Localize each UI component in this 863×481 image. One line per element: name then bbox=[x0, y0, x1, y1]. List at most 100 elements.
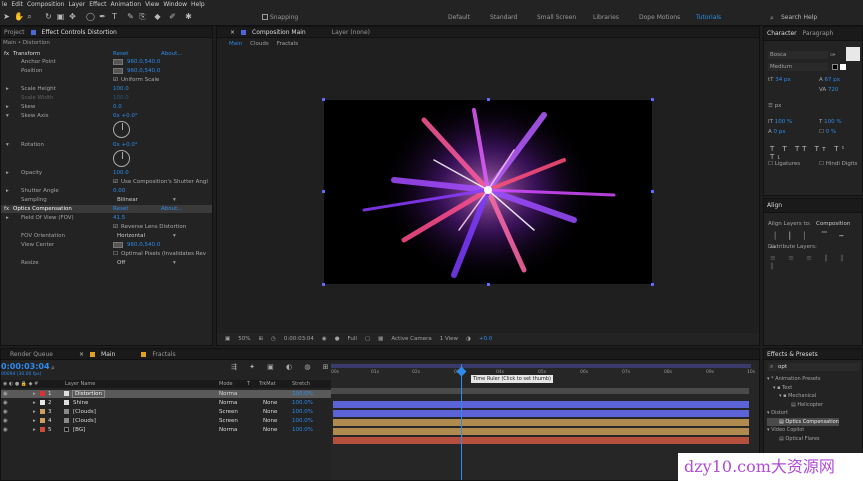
skew-axis-dial[interactable] bbox=[113, 121, 130, 138]
expand-arrow-icon[interactable]: ▸ bbox=[6, 85, 9, 93]
effects-search-input[interactable]: opt bbox=[768, 363, 860, 371]
layer-row[interactable]: ◉ ▸ 4 [Clouds] Screen None 100.0% bbox=[1, 417, 331, 425]
expand-arrow-icon[interactable]: ▸ bbox=[33, 390, 36, 398]
camera-snapshot-icon[interactable]: ◉ bbox=[322, 336, 327, 342]
effect-row-optics-compensation[interactable]: fx Optics Compensation Reset About... bbox=[1, 205, 212, 213]
eraser-tool-icon[interactable]: ◆ bbox=[153, 12, 162, 22]
pan-behind-tool-icon[interactable]: ✥ bbox=[68, 12, 77, 22]
layer-bar-clouds-1[interactable] bbox=[333, 419, 749, 426]
distribute-buttons[interactable]: ≡ ≡ ≡ ∥ ∥ ∥ bbox=[770, 254, 862, 270]
eye-icon[interactable]: ◉ bbox=[3, 417, 8, 425]
col-mode[interactable]: Mode bbox=[219, 380, 233, 388]
expand-arrow-icon[interactable]: ▸ bbox=[6, 214, 9, 222]
stroke-width-unit[interactable]: px bbox=[775, 103, 782, 109]
close-icon[interactable]: × bbox=[79, 351, 84, 358]
fov-orientation-dropdown[interactable]: Horizontal bbox=[117, 232, 145, 240]
target-icon[interactable] bbox=[113, 68, 123, 74]
transform-handle[interactable] bbox=[487, 98, 490, 101]
white-swatch[interactable] bbox=[840, 64, 846, 70]
roto-brush-tool-icon[interactable]: ✐ bbox=[168, 12, 177, 22]
tab-composition-main[interactable]: Composition Main bbox=[252, 29, 306, 36]
leading-value[interactable]: 67 px bbox=[825, 77, 841, 83]
col-layer-name[interactable]: Layer Name bbox=[65, 380, 95, 388]
current-time[interactable]: 0:00:03:04 bbox=[284, 336, 314, 342]
layer-label-color[interactable] bbox=[40, 409, 45, 414]
menu-window[interactable]: Window bbox=[163, 1, 187, 8]
tab-effect-controls[interactable]: Effect Controls Distortion bbox=[42, 29, 117, 36]
snapping-checkbox[interactable] bbox=[262, 14, 268, 20]
reset-exposure-icon[interactable]: ◑ bbox=[466, 336, 471, 342]
tree-optical-flares[interactable]: ▤ Optical Flares bbox=[767, 435, 839, 444]
stopwatch-icon[interactable]: ◷ bbox=[271, 336, 276, 342]
uniform-scale-checkbox[interactable]: ☑ bbox=[113, 76, 118, 84]
stroke-color-swatch[interactable] bbox=[832, 64, 838, 70]
expand-arrow-icon[interactable]: ▸ bbox=[33, 408, 36, 416]
eye-icon[interactable]: ◉ bbox=[3, 390, 8, 398]
eye-icon[interactable]: ◉ bbox=[3, 426, 8, 434]
workspace-standard[interactable]: Standard bbox=[490, 14, 517, 21]
breadcrumb-main[interactable]: Main bbox=[229, 41, 242, 47]
font-style-dropdown[interactable]: Medium bbox=[768, 63, 828, 71]
exposure-value[interactable]: +0.0 bbox=[479, 336, 492, 342]
grid-icon[interactable]: ⊞ bbox=[258, 336, 263, 342]
color-channel-icon[interactable]: ● bbox=[335, 336, 340, 342]
tracking-value[interactable]: 720 bbox=[828, 87, 839, 93]
zoom-dropdown[interactable]: 50% bbox=[238, 336, 250, 342]
transform-handle[interactable] bbox=[651, 283, 654, 286]
menu-effect[interactable]: Effect bbox=[89, 1, 106, 8]
baseline-value[interactable]: 0 px bbox=[774, 129, 786, 135]
layer-bar-distortion[interactable] bbox=[333, 401, 749, 408]
search-icon[interactable]: ⌕ bbox=[51, 364, 55, 373]
tab-layer[interactable]: Layer (none) bbox=[332, 29, 370, 36]
eyedropper-icon[interactable]: ✑ bbox=[830, 51, 836, 59]
vertical-scale-value[interactable]: 100 % bbox=[775, 119, 792, 125]
tab-align[interactable]: Align bbox=[767, 202, 782, 209]
tab-character[interactable]: Character bbox=[767, 30, 797, 37]
hindi-checkbox[interactable]: ☐ bbox=[819, 161, 824, 167]
breadcrumb-clouds[interactable]: Clouds bbox=[250, 41, 269, 47]
menu-view[interactable]: View bbox=[145, 1, 159, 8]
effect-row-transform[interactable]: fx Transform Reset About... bbox=[1, 50, 212, 58]
hand-tool-icon[interactable]: ✋ bbox=[14, 12, 24, 22]
clone-stamp-tool-icon[interactable]: ⎘ bbox=[138, 12, 147, 22]
layer-label-color[interactable] bbox=[40, 427, 45, 432]
close-icon[interactable]: × bbox=[230, 29, 235, 36]
tree-video-copilot[interactable]: ▾ Video Copilot bbox=[767, 426, 839, 435]
sampling-dropdown[interactable]: Bilinear bbox=[117, 196, 138, 204]
ellipse-tool-icon[interactable]: ◯ bbox=[86, 12, 95, 22]
collapse-arrow-icon[interactable]: ▾ bbox=[6, 112, 9, 120]
roi-icon[interactable]: ▢ bbox=[365, 336, 370, 342]
menu-layer[interactable]: Layer bbox=[68, 1, 85, 8]
collapse-arrow-icon[interactable]: ▾ bbox=[6, 141, 9, 149]
tree-animation-presets[interactable]: ▾ * Animation Presets bbox=[767, 375, 839, 384]
breadcrumb-fractals[interactable]: Fractals bbox=[277, 41, 298, 47]
transform-handle[interactable] bbox=[322, 283, 325, 286]
zoom-tool-icon[interactable]: ⌕ bbox=[25, 12, 34, 22]
resize-dropdown[interactable]: Off bbox=[117, 259, 125, 267]
layer-row[interactable]: ◉ ▸ 1 Distortion Norma 100.0% bbox=[1, 390, 331, 398]
menu-edit[interactable]: Edit bbox=[11, 1, 23, 8]
type-tool-icon[interactable]: T bbox=[110, 12, 119, 22]
expand-arrow-icon[interactable]: ▸ bbox=[33, 426, 36, 434]
search-help-input[interactable]: Search Help bbox=[781, 14, 817, 21]
tab-effects-presets[interactable]: Effects & Presets bbox=[767, 351, 818, 358]
col-stretch[interactable]: Stretch bbox=[292, 380, 310, 388]
magnify-icon[interactable]: ▣ bbox=[225, 336, 230, 342]
rotation-dial[interactable] bbox=[113, 150, 130, 167]
search-icon[interactable]: ⌕ bbox=[770, 14, 774, 23]
eye-icon[interactable]: ◉ bbox=[3, 399, 8, 407]
transform-handle[interactable] bbox=[651, 190, 654, 193]
col-trkmat[interactable]: TrkMat bbox=[259, 380, 276, 388]
menu-composition[interactable]: Composition bbox=[27, 1, 64, 8]
expand-arrow-icon[interactable]: ▸ bbox=[33, 417, 36, 425]
transform-handle[interactable] bbox=[651, 98, 654, 101]
horizontal-scale-value[interactable]: 100 % bbox=[824, 119, 841, 125]
tree-text[interactable]: ▾ ▪ Text bbox=[767, 384, 839, 393]
eye-icon[interactable]: ◉ bbox=[3, 408, 8, 416]
layer-bar-shine[interactable] bbox=[333, 410, 749, 417]
layer-row[interactable]: ◉ ▸ 2 Shine Norma None 100.0% bbox=[1, 399, 331, 407]
composition-canvas[interactable] bbox=[324, 100, 652, 284]
layer-label-color[interactable] bbox=[40, 418, 45, 423]
menu-file[interactable]: le bbox=[2, 1, 7, 8]
ligatures-checkbox[interactable]: ☐ bbox=[768, 161, 773, 167]
